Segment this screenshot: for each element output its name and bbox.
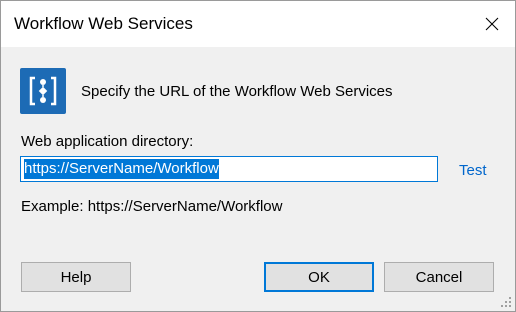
workflow-icon xyxy=(20,68,66,114)
test-link[interactable]: Test xyxy=(459,162,487,179)
window-title: Workflow Web Services xyxy=(14,14,193,33)
directory-input-value: https://ServerName/Workflow xyxy=(24,159,219,179)
close-icon xyxy=(485,17,499,31)
title-bar: Workflow Web Services xyxy=(1,1,515,47)
directory-input[interactable]: https://ServerName/Workflow xyxy=(20,156,438,182)
example-text: Example: https://ServerName/Workflow xyxy=(21,198,283,215)
ok-button[interactable]: OK xyxy=(264,262,374,292)
directory-label: Web application directory: xyxy=(21,133,194,150)
close-button[interactable] xyxy=(469,1,515,47)
header-instruction: Specify the URL of the Workflow Web Serv… xyxy=(81,83,393,100)
help-button[interactable]: Help xyxy=(21,262,131,292)
dialog-window: Workflow Web Services Specify the URL of… xyxy=(0,0,516,312)
resize-grip-icon[interactable] xyxy=(500,296,512,308)
cancel-button[interactable]: Cancel xyxy=(384,262,494,292)
